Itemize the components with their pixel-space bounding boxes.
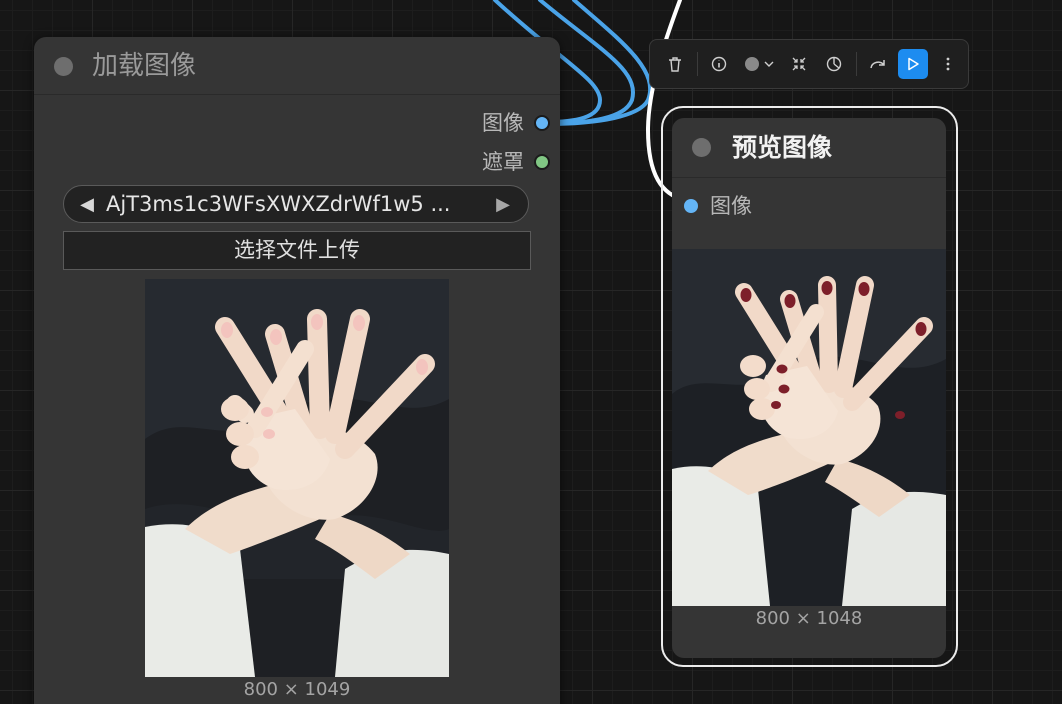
output-slot-mask[interactable]: 遮罩 (482, 147, 550, 177)
preview-image-output (672, 249, 946, 606)
node-toolbar (649, 39, 969, 89)
trash-icon[interactable] (660, 49, 690, 79)
triangle-right-icon[interactable]: ▶ (488, 194, 518, 215)
input-slot-dot[interactable] (684, 199, 698, 213)
color-picker-icon[interactable] (739, 49, 779, 79)
preview-image-node[interactable]: 预览图像 图像 800 × 1048 (672, 118, 946, 658)
output-slot-label: 遮罩 (482, 150, 524, 174)
node-title-bar[interactable]: 加载图像 (34, 37, 560, 95)
output-slot-dot[interactable] (534, 154, 550, 170)
input-slot-label: 图像 (710, 194, 752, 218)
triangle-left-icon[interactable]: ◀ (72, 194, 102, 215)
output-slot-dot[interactable] (534, 115, 550, 131)
node-title: 加载图像 (92, 51, 197, 81)
collapse-toggle-dot[interactable] (692, 138, 711, 157)
output-slot-label: 图像 (482, 111, 524, 135)
toolbar-divider (697, 52, 698, 76)
output-slot-image[interactable]: 图像 (482, 108, 550, 138)
load-image-node[interactable]: 加载图像 图像 遮罩 ◀ AjT3ms1c3WFsXWXZdrWf1w5 ...… (34, 37, 560, 704)
image-size-label: 800 × 1049 (243, 679, 351, 700)
image-select-combo[interactable]: ◀ AjT3ms1c3WFsXWXZdrWf1w5 ... ▶ (63, 185, 529, 223)
node-title-bar[interactable]: 预览图像 (672, 118, 946, 178)
collapse-icon[interactable] (784, 49, 814, 79)
more-icon[interactable] (933, 49, 963, 79)
image-size-label: 800 × 1048 (755, 608, 863, 629)
bypass-icon[interactable] (819, 49, 849, 79)
node-title: 预览图像 (732, 133, 833, 162)
upload-file-button[interactable]: 选择文件上传 (63, 231, 531, 270)
info-icon[interactable] (704, 49, 734, 79)
redo-icon[interactable] (863, 49, 893, 79)
collapse-toggle-dot[interactable] (54, 57, 73, 76)
input-slot-image[interactable]: 图像 (684, 191, 762, 221)
loaded-image-preview (145, 279, 449, 677)
run-icon[interactable] (898, 49, 928, 79)
toolbar-divider (856, 52, 857, 76)
image-filename: AjT3ms1c3WFsXWXZdrWf1w5 ... (106, 192, 451, 216)
